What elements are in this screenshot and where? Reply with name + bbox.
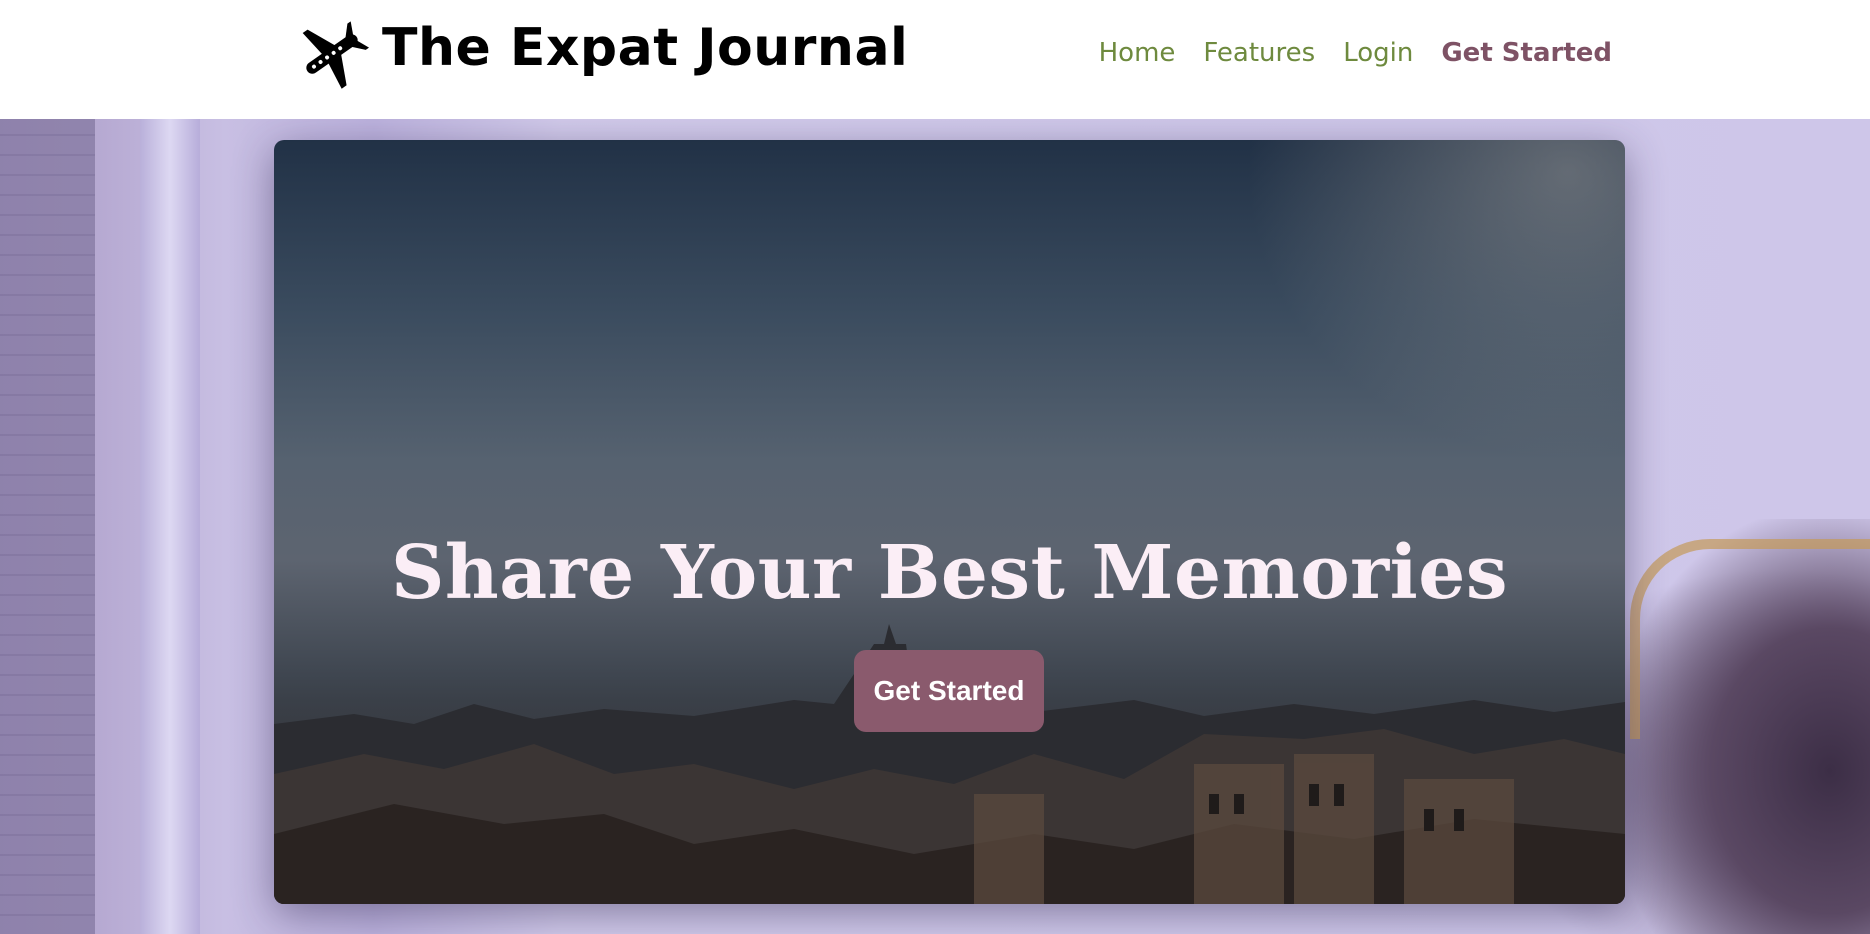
background-gold-trim — [1630, 539, 1870, 739]
hero-card: Share Your Best Memories Get Started — [274, 140, 1625, 904]
nav-home-link[interactable]: Home — [1099, 38, 1176, 68]
top-navbar: The Expat Journal Home Features Login Ge… — [0, 0, 1870, 119]
brand[interactable]: The Expat Journal — [290, 12, 908, 96]
hero-sky-glow — [1245, 140, 1625, 460]
brand-title: The Expat Journal — [382, 18, 909, 78]
background-brick-wall — [0, 119, 95, 934]
nav-features-link[interactable]: Features — [1203, 38, 1315, 68]
hero-cityscape-image — [274, 624, 1625, 904]
nav-login-link[interactable]: Login — [1343, 38, 1413, 68]
nav-get-started-link[interactable]: Get Started — [1441, 38, 1612, 68]
main-nav: Home Features Login Get Started — [1099, 38, 1612, 68]
airplane-icon — [302, 21, 370, 89]
hero-title: Share Your Best Memories — [390, 530, 1509, 616]
hero-get-started-button[interactable]: Get Started — [854, 650, 1044, 732]
background-pillar — [140, 119, 200, 934]
